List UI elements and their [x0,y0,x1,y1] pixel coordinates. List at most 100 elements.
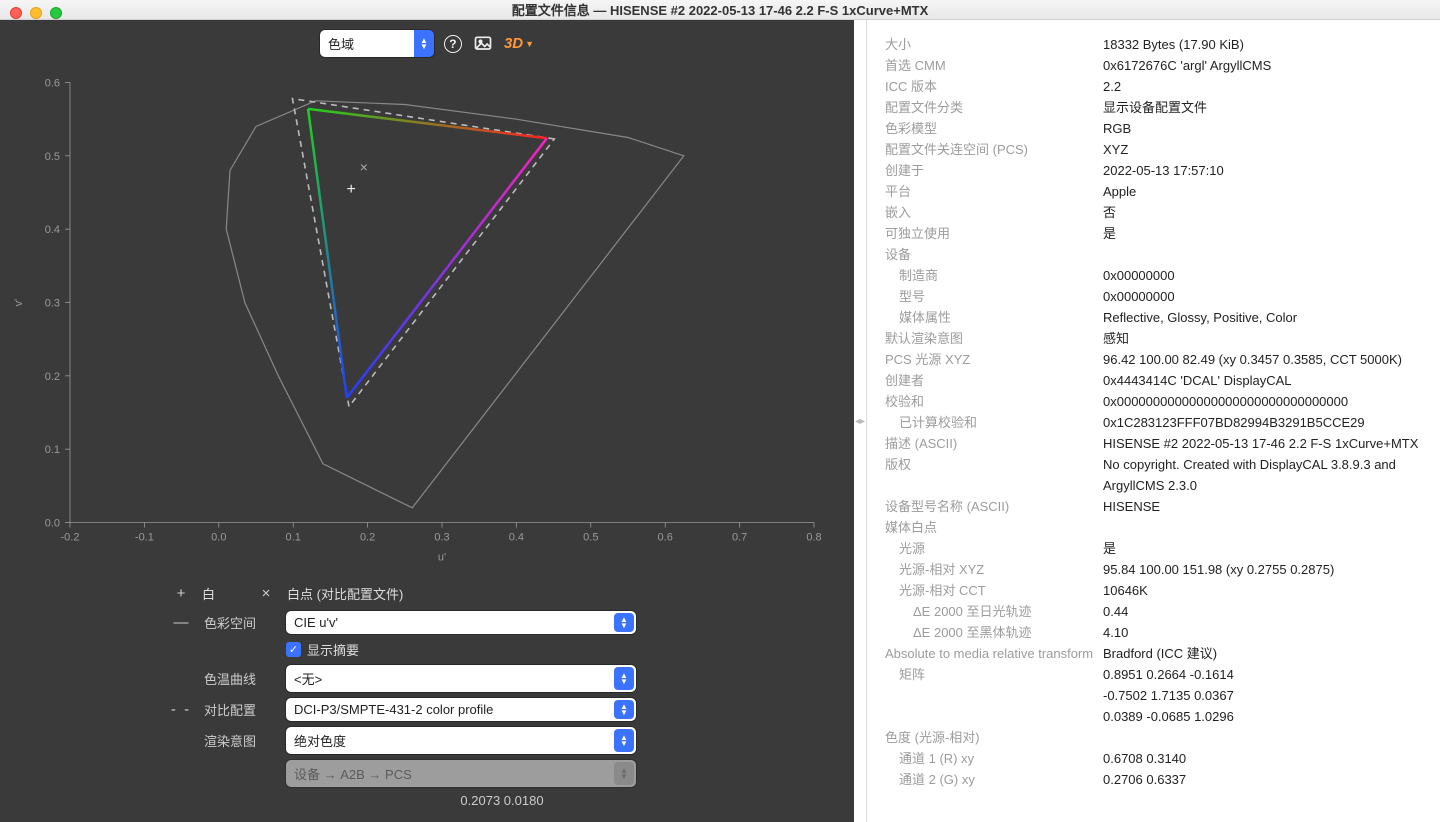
info-row: 创建者0x4443414C 'DCAL' DisplayCAL [885,370,1422,391]
svg-text:0.6: 0.6 [45,78,60,90]
info-value: 0.6708 0.3140 [1103,748,1422,769]
splitter[interactable]: ◂▸ [854,20,866,822]
info-key: 大小 [885,34,1103,55]
minimize-icon[interactable] [30,7,42,19]
info-row: 平台Apple [885,181,1422,202]
info-key: ΔE 2000 至黑体轨迹 [885,622,1103,643]
info-row: 光源-相对 CCT10646K [885,580,1422,601]
info-key: 型号 [885,286,1103,307]
help-icon[interactable]: ? [444,35,462,53]
info-value: 0x00000000000000000000000000000000 [1103,391,1422,412]
info-row: 校验和0x00000000000000000000000000000000 [885,391,1422,412]
info-key: 通道 1 (R) xy [885,748,1103,769]
info-value [1103,244,1422,265]
info-key: 设备型号名称 (ASCII) [885,496,1103,517]
info-key: 设备 [885,244,1103,265]
info-panel: 大小18332 Bytes (17.90 KiB)首选 CMM0x6172676… [866,20,1440,822]
svg-text:0.4: 0.4 [45,224,60,236]
svg-text:0.6: 0.6 [658,532,673,544]
info-value [1103,727,1422,748]
info-value: Reflective, Glossy, Positive, Color [1103,307,1422,328]
svg-text:-0.2: -0.2 [61,532,80,544]
chevron-updown-icon: ▲▼ [414,30,434,57]
intent-select[interactable]: 绝对色度 ▲▼ [286,727,636,754]
info-row: 创建于2022-05-13 17:57:10 [885,160,1422,181]
info-row: ΔE 2000 至日光轨迹0.44 [885,601,1422,622]
title-bar: 配置文件信息 — HISENSE #2 2022-05-13 17-46 2.2… [0,0,1440,20]
info-key: 矩阵 [885,664,1103,685]
info-row: 可独立使用是 [885,223,1422,244]
pipeline-select: 设备 → A2B → PCS ▲▼ [286,760,636,787]
info-value: 2022-05-13 17:57:10 [1103,160,1422,181]
3d-button[interactable]: 3D▼ [504,35,534,52]
legend-white: 白 [202,584,215,603]
info-key: 通道 2 (G) xy [885,769,1103,790]
info-row: 首选 CMM0x6172676C 'argl' ArgyllCMS [885,55,1422,76]
info-key: 可独立使用 [885,223,1103,244]
cct-select[interactable]: <无> ▲▼ [286,665,636,692]
info-value: No copyright. Created with DisplayCAL 3.… [1103,454,1422,496]
window-controls [10,7,62,19]
info-row: 型号0x00000000 [885,286,1422,307]
svg-text:0.5: 0.5 [583,532,598,544]
show-summary-label: 显示摘要 [307,640,359,659]
info-key: 配置文件关连空间 (PCS) [885,139,1103,160]
svg-text:0.3: 0.3 [434,532,449,544]
info-value: 96.42 100.00 82.49 (xy 0.3457 0.3585, CC… [1103,349,1422,370]
info-value: 0x1C283123FFF07BD82994B3291B5CCE29 [1103,412,1422,433]
info-value: 0.8951 0.2664 -0.1614 [1103,664,1422,685]
info-value: -0.7502 1.7135 0.0367 [1103,685,1422,706]
svg-text:0.2: 0.2 [360,532,375,544]
info-key: 平台 [885,181,1103,202]
cct-label: 色温曲线 [204,669,274,688]
info-key: 版权 [885,454,1103,496]
info-row: 光源-相对 XYZ95.84 100.00 151.98 (xy 0.2755 … [885,559,1422,580]
info-row: 设备型号名称 (ASCII)HISENSE [885,496,1422,517]
info-value: 是 [1103,223,1422,244]
info-row: 配置文件关连空间 (PCS)XYZ [885,139,1422,160]
gamut-chart[interactable]: -0.2-0.10.00.10.20.30.40.50.60.70.80.00.… [0,61,854,574]
chevron-updown-icon: ▲▼ [614,762,634,785]
info-key: 已计算校验和 [885,412,1103,433]
info-row: ΔE 2000 至黑体轨迹4.10 [885,622,1422,643]
window-title: 配置文件信息 — HISENSE #2 2022-05-13 17-46 2.2… [512,0,929,19]
info-key: 校验和 [885,391,1103,412]
svg-text:0.0: 0.0 [211,532,226,544]
chevron-updown-icon: ▲▼ [614,700,634,719]
svg-text:×: × [360,159,368,175]
svg-text:v': v' [13,299,25,307]
image-icon[interactable] [472,33,494,55]
compare-select[interactable]: DCI-P3/SMPTE-431-2 color profile ▲▼ [286,698,636,721]
info-key: 媒体属性 [885,307,1103,328]
svg-text:0.5: 0.5 [45,151,60,163]
info-row: 媒体属性Reflective, Glossy, Positive, Color [885,307,1422,328]
info-key: 描述 (ASCII) [885,433,1103,454]
gamut-panel: 色域 ▲▼ ? 3D▼ -0.2-0.10.00.10.20.30.40.50.… [0,20,854,822]
info-key: 创建者 [885,370,1103,391]
colorspace-select[interactable]: CIE u'v' ▲▼ [286,611,636,634]
info-row: 光源是 [885,538,1422,559]
info-key: 嵌入 [885,202,1103,223]
info-key: 默认渲染意图 [885,328,1103,349]
info-row: 色彩模型RGB [885,118,1422,139]
info-row: 色度 (光源-相对) [885,727,1422,748]
view-select[interactable]: 色域 ▲▼ [320,30,434,57]
info-value: 否 [1103,202,1422,223]
compare-label: 对比配置 [204,700,274,719]
info-row: 通道 2 (G) xy0.2706 0.6337 [885,769,1422,790]
info-row: 已计算校验和0x1C283123FFF07BD82994B3291B5CCE29 [885,412,1422,433]
show-summary-checkbox[interactable]: ✓ 显示摘要 [286,640,359,659]
svg-text:0.4: 0.4 [509,532,524,544]
info-value: HISENSE [1103,496,1422,517]
info-key: 制造商 [885,265,1103,286]
info-key: 光源-相对 XYZ [885,559,1103,580]
info-value: 2.2 [1103,76,1422,97]
info-value: 0x00000000 [1103,265,1422,286]
info-value: Bradford (ICC 建议) [1103,643,1422,664]
zoom-icon[interactable] [50,7,62,19]
info-value: 0.0389 -0.0685 1.0296 [1103,706,1422,727]
info-key: 配置文件分类 [885,97,1103,118]
chevron-down-icon: ▼ [525,39,534,49]
close-icon[interactable] [10,7,22,19]
info-row: 描述 (ASCII)HISENSE #2 2022-05-13 17-46 2.… [885,433,1422,454]
